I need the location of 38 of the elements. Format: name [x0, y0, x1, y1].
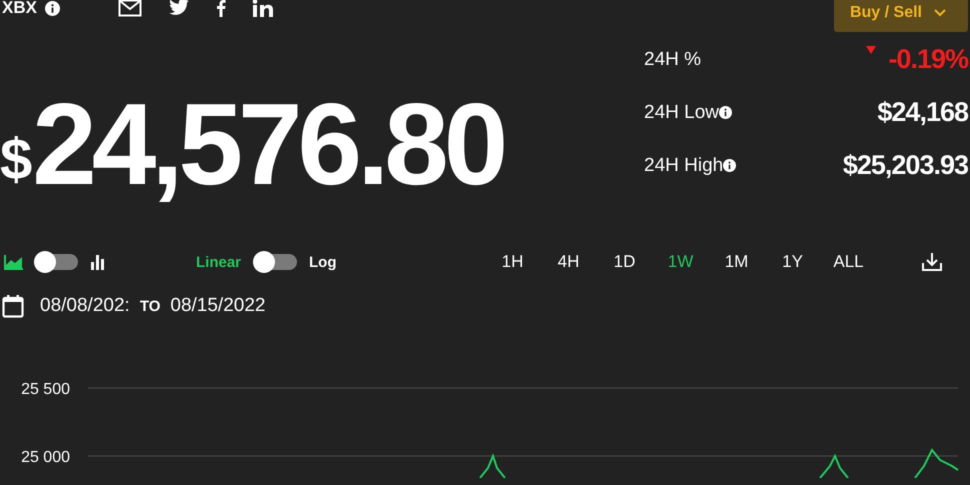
- stat-value: -0.19%: [888, 44, 968, 75]
- info-icon[interactable]: [44, 0, 60, 16]
- bird-icon[interactable]: [168, 0, 190, 17]
- timeframe-tab[interactable]: 1Y: [764, 252, 821, 272]
- timeframe-tab[interactable]: 1D: [596, 252, 653, 272]
- currency-symbol: $: [0, 126, 32, 192]
- stat-value: $24,168: [877, 97, 968, 128]
- facebook-icon[interactable]: [216, 0, 226, 17]
- timeframe-tab[interactable]: ALL: [820, 252, 877, 272]
- timeframe-tab[interactable]: 4H: [540, 252, 597, 272]
- info-icon[interactable]: [723, 159, 736, 172]
- end-date-field[interactable]: 08/15/2022: [170, 295, 266, 317]
- timeframe-tab[interactable]: 1W: [652, 252, 709, 272]
- start-date-field[interactable]: 08/08/202:: [40, 295, 130, 317]
- mail-icon[interactable]: [118, 0, 142, 17]
- bar-chart-icon[interactable]: [90, 254, 106, 270]
- stat-value: $25,203.93: [842, 150, 968, 181]
- price-value: 24,576.80: [32, 78, 504, 211]
- y-axis-label: 25 500: [21, 381, 70, 398]
- info-icon[interactable]: [719, 106, 732, 119]
- timeframe-tab[interactable]: 1H: [484, 252, 541, 272]
- download-icon[interactable]: [920, 252, 943, 272]
- chevron-down-icon: [934, 9, 946, 17]
- linear-label[interactable]: Linear: [196, 254, 242, 270]
- linkedin-icon[interactable]: [252, 0, 274, 17]
- stat-label: 24H Low: [644, 102, 719, 124]
- chart-type-switch[interactable]: [34, 254, 78, 270]
- stat-label: 24H %: [644, 48, 702, 70]
- scale-switch[interactable]: [253, 254, 298, 270]
- buy-sell-button[interactable]: Buy / Sell: [834, 0, 968, 32]
- stat-label: 24H High: [644, 154, 724, 176]
- asset-symbol: XBX: [2, 0, 37, 18]
- area-chart-icon[interactable]: [4, 254, 24, 270]
- calendar-icon[interactable]: [2, 294, 24, 318]
- y-axis-label: 25 000: [21, 449, 70, 466]
- timeframe-tab[interactable]: 1M: [708, 252, 765, 272]
- to-label: TO: [140, 298, 160, 314]
- log-label[interactable]: Log: [309, 254, 337, 270]
